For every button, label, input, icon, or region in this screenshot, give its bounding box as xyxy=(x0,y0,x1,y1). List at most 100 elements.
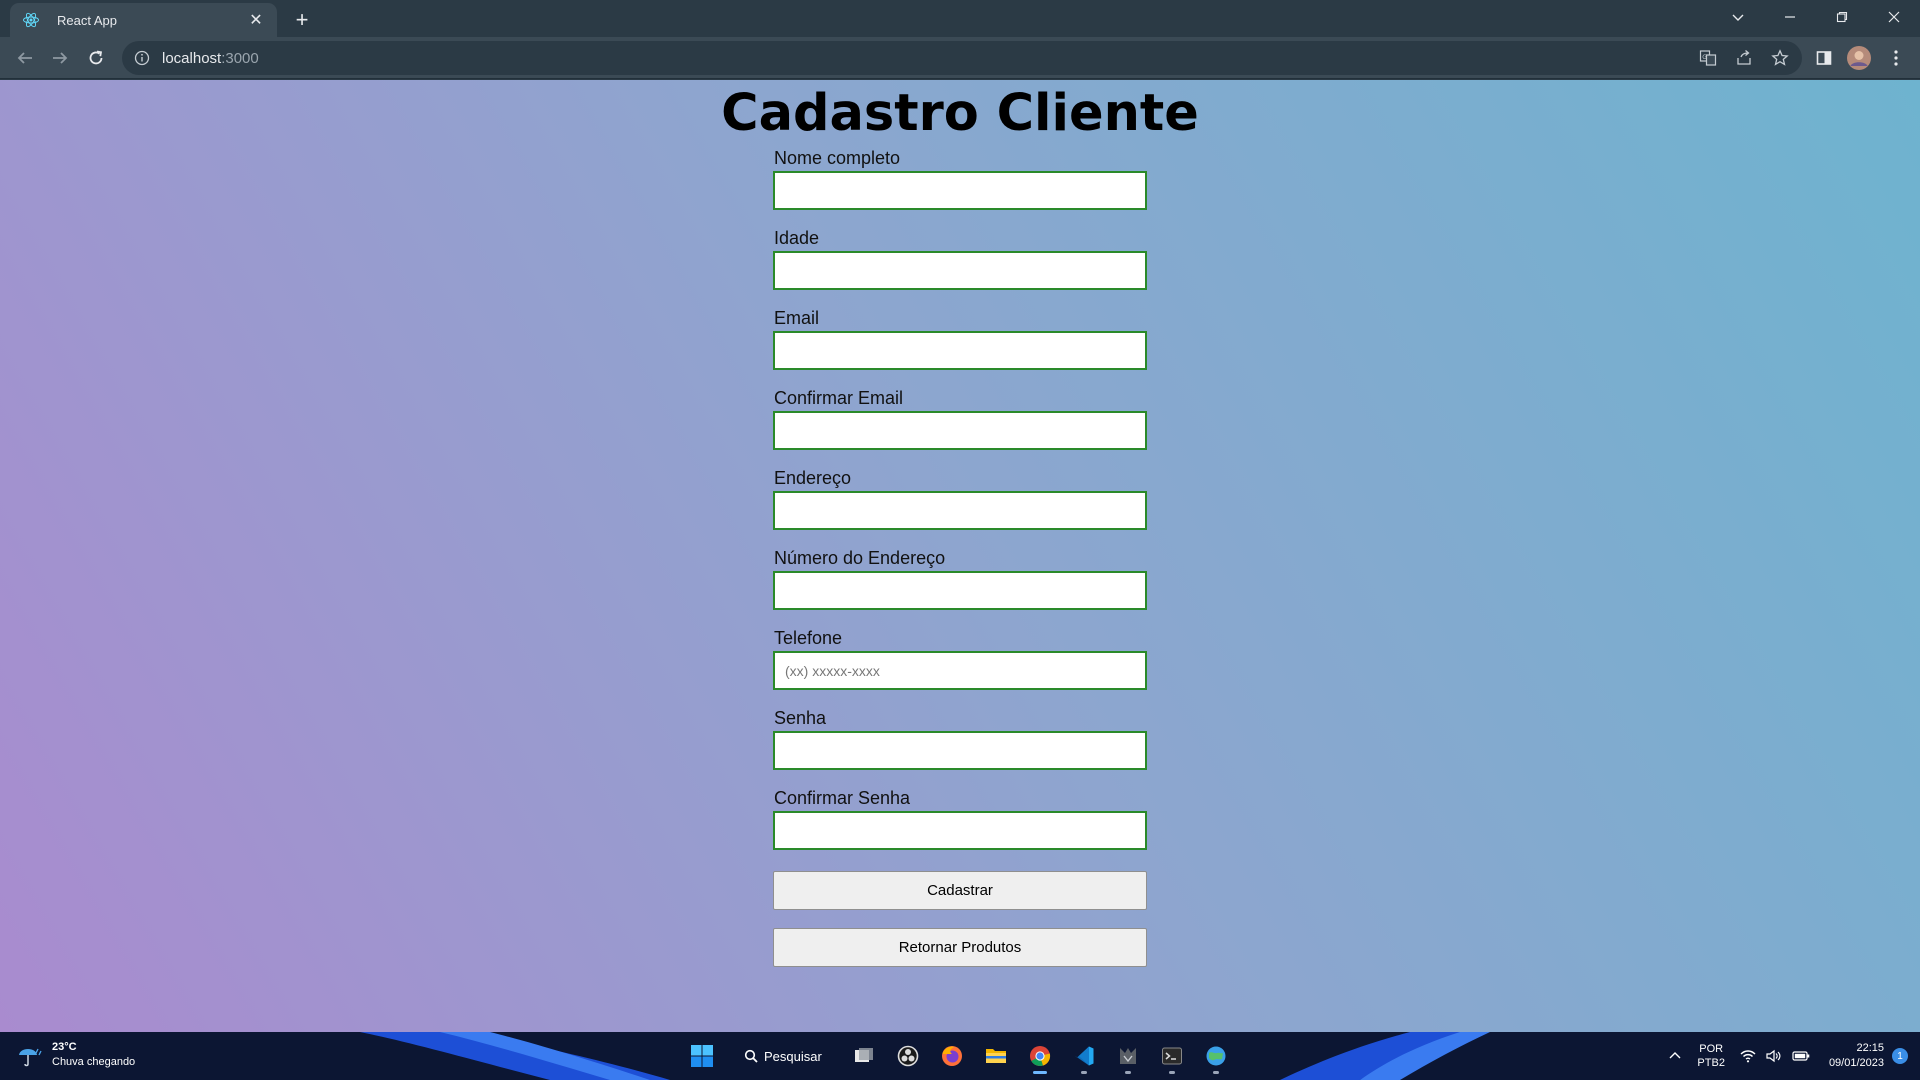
restore-button[interactable] xyxy=(1816,0,1868,34)
wifi-icon[interactable] xyxy=(1740,1049,1756,1063)
search-icon xyxy=(744,1049,758,1063)
search-label: Pesquisar xyxy=(764,1048,822,1064)
input-confirmar-email[interactable] xyxy=(773,411,1147,450)
close-tab-icon[interactable]: ✕ xyxy=(245,9,267,31)
input-senha[interactable] xyxy=(773,731,1147,770)
task-view-button[interactable] xyxy=(844,1036,884,1076)
globe-icon xyxy=(1206,1046,1226,1066)
weather-temp: 23°C xyxy=(52,1041,77,1053)
obs-icon xyxy=(897,1045,919,1067)
umbrella-rain-icon xyxy=(19,1048,42,1067)
taskbar-app-firefox[interactable] xyxy=(932,1036,972,1076)
taskbar-clock[interactable]: 22:15 09/01/2023 xyxy=(1829,1041,1884,1071)
side-panel-icon[interactable] xyxy=(1812,46,1836,70)
battery-icon[interactable] xyxy=(1792,1050,1810,1062)
windows-logo-icon xyxy=(691,1045,713,1067)
tab-search-icon[interactable] xyxy=(1712,0,1764,34)
retornar-produtos-button[interactable]: Retornar Produtos xyxy=(773,928,1147,967)
terminal-icon xyxy=(1161,1047,1182,1065)
label-email: Email xyxy=(774,308,820,328)
back-arrow-icon[interactable] xyxy=(12,45,38,71)
taskbar-app-chrome[interactable] xyxy=(1020,1036,1060,1076)
svg-text:G: G xyxy=(1702,54,1707,61)
label-endereco: Endereço xyxy=(774,468,852,488)
taskbar-apps: Pesquisar xyxy=(680,1036,1238,1076)
clock-date: 09/01/2023 xyxy=(1828,1057,1884,1069)
taskbar-app-terminal[interactable] xyxy=(1152,1036,1192,1076)
registration-form: Nome completo Idade Email Confirmar Emai… xyxy=(773,148,1147,967)
volume-icon[interactable] xyxy=(1766,1049,1782,1063)
input-idade[interactable] xyxy=(773,251,1147,290)
field-confirmar-senha: Confirmar Senha xyxy=(773,788,1147,868)
minimize-button[interactable] xyxy=(1764,0,1816,34)
system-tray: POR PTB2 22:15 09/01/2023 1 xyxy=(1663,1032,1920,1080)
taskbar-app-game[interactable] xyxy=(1108,1036,1148,1076)
address-bar[interactable]: localhost:3000 xyxy=(122,41,1802,75)
task-view-icon xyxy=(854,1048,873,1062)
reload-icon[interactable] xyxy=(83,45,109,71)
taskbar-app-browser-globe[interactable] xyxy=(1196,1036,1236,1076)
cadastrar-button[interactable]: Cadastrar xyxy=(773,871,1147,910)
running-app-indicator xyxy=(1212,1071,1219,1074)
react-icon xyxy=(23,12,39,28)
label-confirmar-senha: Confirmar Senha xyxy=(774,788,911,808)
windows-taskbar: 23°C Chuva chegando Pesquisar POR PTB2 2… xyxy=(0,1032,1920,1080)
input-numero-endereco[interactable] xyxy=(773,571,1147,610)
label-telefone: Telefone xyxy=(774,628,843,648)
page-title: Cadastro Cliente xyxy=(721,84,1199,143)
notification-badge[interactable]: 1 xyxy=(1892,1048,1908,1064)
field-nome-completo: Nome completo xyxy=(773,148,1147,228)
taskbar-app-file-explorer[interactable] xyxy=(976,1036,1016,1076)
lang-line2: PTB2 xyxy=(1697,1057,1725,1069)
weather-widget[interactable]: 23°C Chuva chegando xyxy=(16,1040,135,1070)
field-numero-endereco: Número do Endereço xyxy=(773,548,1147,628)
input-endereco[interactable] xyxy=(773,491,1147,530)
field-telefone: Telefone xyxy=(773,628,1147,708)
input-nome-completo[interactable] xyxy=(773,171,1147,210)
label-confirmar-email: Confirmar Email xyxy=(774,388,904,408)
label-nome-completo: Nome completo xyxy=(774,148,901,168)
close-window-button[interactable] xyxy=(1868,0,1920,34)
page-viewport: Cadastro Cliente Nome completo Idade Ema… xyxy=(0,80,1920,1032)
share-icon[interactable] xyxy=(1732,46,1756,70)
label-numero-endereco: Número do Endereço xyxy=(774,548,946,568)
new-tab-button[interactable]: + xyxy=(289,7,315,33)
taskbar-app-vscode[interactable] xyxy=(1064,1036,1104,1076)
browser-tabbar: React App ✕ + xyxy=(0,0,1920,37)
chrome-icon xyxy=(1029,1046,1050,1066)
active-app-indicator xyxy=(1032,1071,1047,1074)
taskbar-search[interactable]: Pesquisar xyxy=(730,1040,836,1072)
start-button[interactable] xyxy=(682,1036,722,1076)
translate-icon[interactable]: G xyxy=(1696,46,1720,70)
profile-avatar[interactable] xyxy=(1847,46,1871,70)
firefox-icon xyxy=(941,1046,962,1066)
weather-desc: Chuva chegando xyxy=(52,1056,136,1068)
lang-line1: POR xyxy=(1699,1043,1724,1055)
window-controls xyxy=(1712,0,1920,34)
more-options-icon[interactable] xyxy=(1884,46,1908,70)
input-email[interactable] xyxy=(773,331,1147,370)
chevron-up-icon[interactable] xyxy=(1668,1049,1682,1063)
running-app-indicator xyxy=(1080,1071,1087,1074)
clock-time: 22:15 xyxy=(1856,1042,1884,1054)
vscode-icon xyxy=(1074,1046,1094,1066)
tab-title: React App xyxy=(57,12,117,28)
browser-toolbar: localhost:3000 G xyxy=(0,37,1920,79)
browser-tab-react-app[interactable]: React App ✕ xyxy=(10,3,277,37)
running-app-indicator xyxy=(1124,1071,1131,1074)
url-text: localhost:3000 xyxy=(162,49,259,67)
weather-text: 23°C Chuva chegando xyxy=(52,1040,135,1070)
field-idade: Idade xyxy=(773,228,1147,308)
field-endereco: Endereço xyxy=(773,468,1147,548)
running-app-indicator xyxy=(1168,1071,1175,1074)
forward-arrow-icon[interactable] xyxy=(47,45,73,71)
bookmark-star-icon[interactable] xyxy=(1768,46,1792,70)
info-icon[interactable] xyxy=(134,50,150,66)
input-confirmar-senha[interactable] xyxy=(773,811,1147,850)
label-idade: Idade xyxy=(774,228,820,248)
input-language[interactable]: POR PTB2 xyxy=(1697,1042,1725,1070)
field-senha: Senha xyxy=(773,708,1147,788)
label-senha: Senha xyxy=(774,708,827,728)
taskbar-app-obs[interactable] xyxy=(888,1036,928,1076)
input-telefone[interactable] xyxy=(773,651,1147,690)
